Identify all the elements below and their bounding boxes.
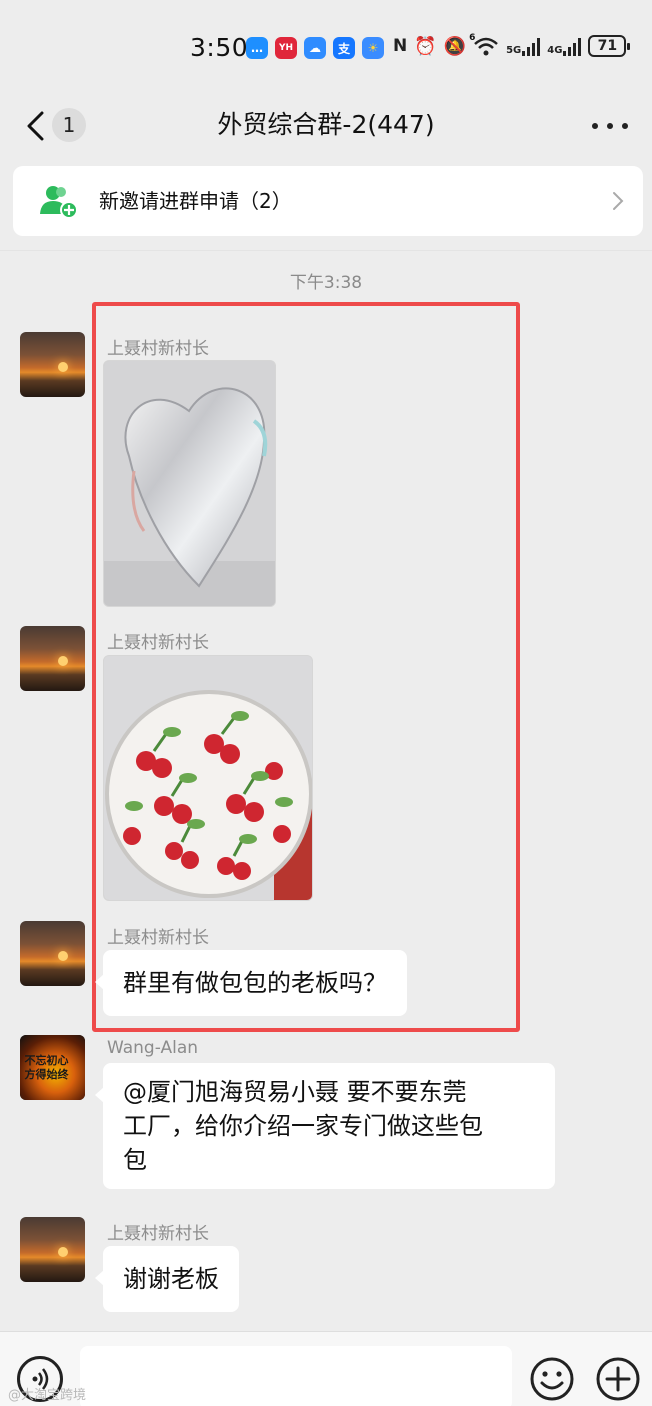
more-functions-button[interactable] (595, 1356, 641, 1402)
avatar[interactable] (20, 921, 85, 986)
message-bubble[interactable]: @厦门旭海贸易小聂 要不要东莞 工厂，给你介绍一家专门做这些包 包 (95, 1063, 555, 1189)
nfc-icon: N (393, 36, 408, 56)
avatar[interactable] (20, 332, 85, 397)
avatar[interactable] (20, 1217, 85, 1282)
sender-name: 上聂村新村长 (107, 633, 209, 653)
weather-app-icon: ☀ (362, 37, 384, 59)
sender-name: 上聂村新村长 (107, 1224, 209, 1244)
emoji-button[interactable] (529, 1356, 575, 1402)
message-input[interactable] (80, 1346, 512, 1406)
message-line: 工厂，给你介绍一家专门做这些包 (123, 1112, 483, 1140)
smiley-icon (530, 1357, 574, 1401)
plus-icon (596, 1357, 640, 1401)
group-invite-banner[interactable]: 新邀请进群申请（2） (13, 166, 643, 236)
invite-label: 新邀请进群申请（2） (99, 189, 292, 213)
dot-icon (622, 123, 628, 129)
4g-signal-icon: 4G (547, 36, 582, 56)
input-bar (0, 1331, 652, 1406)
avatar-caption: 不忘初心 方得始终 (24, 1053, 69, 1081)
sender-name: 上聂村新村长 (107, 339, 209, 359)
message-timestamp: 下午3:38 (289, 273, 363, 293)
battery-level: 71 (597, 38, 618, 54)
watermark: @大淘宝跨境 (8, 1388, 87, 1403)
page-title: 外贸综合群-2(447) (217, 110, 435, 139)
battery-icon: 71 (588, 35, 631, 57)
message-app-icon: … (246, 37, 268, 59)
avatar[interactable]: 不忘初心 方得始终 (20, 1035, 85, 1100)
more-options-button[interactable] (592, 112, 628, 140)
cherry-round-bag-photo[interactable] (103, 655, 313, 901)
yh-app-icon: YH (275, 37, 297, 59)
message-bubble[interactable]: 群里有做包包的老板吗？ (95, 950, 407, 1016)
avatar[interactable] (20, 626, 85, 691)
dot-icon (592, 123, 598, 129)
add-member-icon (40, 186, 77, 218)
message-line: @厦门旭海贸易小聂 要不要东莞 (123, 1078, 467, 1106)
4g-label: 4G (547, 45, 563, 56)
dot-icon (607, 123, 613, 129)
mute-bell-icon: 🔕 (443, 35, 467, 57)
sender-name: 上聂村新村长 (107, 928, 209, 948)
cloud-app-icon: ☁ (304, 37, 326, 59)
status-bar: 3:50 … YH ☁ 支 ☀ N ⏰ 🔕 6 5G 4G 71 (0, 0, 652, 90)
chevron-right-icon (613, 192, 624, 210)
sender-name: Wang-Alan (107, 1038, 199, 1058)
divider (0, 250, 652, 251)
status-system-icons: N ⏰ 🔕 6 5G 4G 71 (393, 33, 631, 57)
5g-signal-icon: 5G (506, 36, 541, 56)
wifi-label: 6 (469, 33, 476, 43)
wifi-icon: 6 (469, 33, 499, 56)
alipay-app-icon: 支 (333, 37, 355, 59)
5g-label: 5G (506, 45, 522, 56)
holographic-heart-bag-photo[interactable] (103, 360, 276, 607)
status-app-icons: … YH ☁ 支 ☀ (246, 37, 384, 59)
message-line: 包 (123, 1146, 147, 1174)
alarm-icon: ⏰ (414, 35, 437, 57)
message-bubble[interactable]: 谢谢老板 (95, 1246, 239, 1312)
status-time: 3:50 (190, 33, 249, 62)
